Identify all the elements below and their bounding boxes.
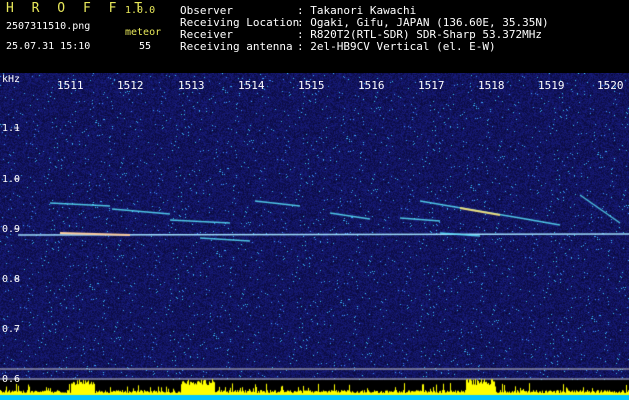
meteor-count: 55	[139, 41, 152, 52]
x-tick-label: 1518	[478, 79, 505, 92]
x-tick-label: 1517	[418, 79, 445, 92]
header-panel: H R O F F T 1.0.0 2507311510.png meteor …	[0, 0, 629, 73]
y-tick-label: 0.6	[2, 374, 21, 385]
x-tick-label: 1515	[298, 79, 325, 92]
datetime-label: 25.07.31 15:10	[6, 41, 91, 52]
x-tick-label: 1514	[238, 79, 265, 92]
x-tick-label: 1512	[117, 79, 144, 92]
antenna-key: Receiving antenna	[180, 40, 293, 53]
y-tick-label: 1.1	[2, 123, 21, 134]
y-tick-label: 0.7	[2, 324, 21, 335]
x-tick-label: 1511	[57, 79, 84, 92]
y-tick-label: 0.8	[2, 274, 21, 285]
x-tick-label: 1519	[538, 79, 565, 92]
filename-label: 2507311510.png	[6, 21, 91, 32]
y-tick-label: 0.9	[2, 224, 21, 235]
antenna-value: : 2el-HB9CV Vertical (el. E-W)	[297, 40, 496, 53]
x-tick-label: 1516	[358, 79, 385, 92]
x-tick-label: 1513	[178, 79, 205, 92]
spectrogram-canvas	[0, 73, 629, 400]
x-tick-label: 1520	[597, 79, 624, 92]
y-axis-unit: kHz	[2, 74, 21, 85]
meteor-label: meteor	[125, 27, 162, 38]
app-version: 1.0.0	[125, 5, 156, 16]
y-tick-label: 1.0	[2, 174, 21, 185]
